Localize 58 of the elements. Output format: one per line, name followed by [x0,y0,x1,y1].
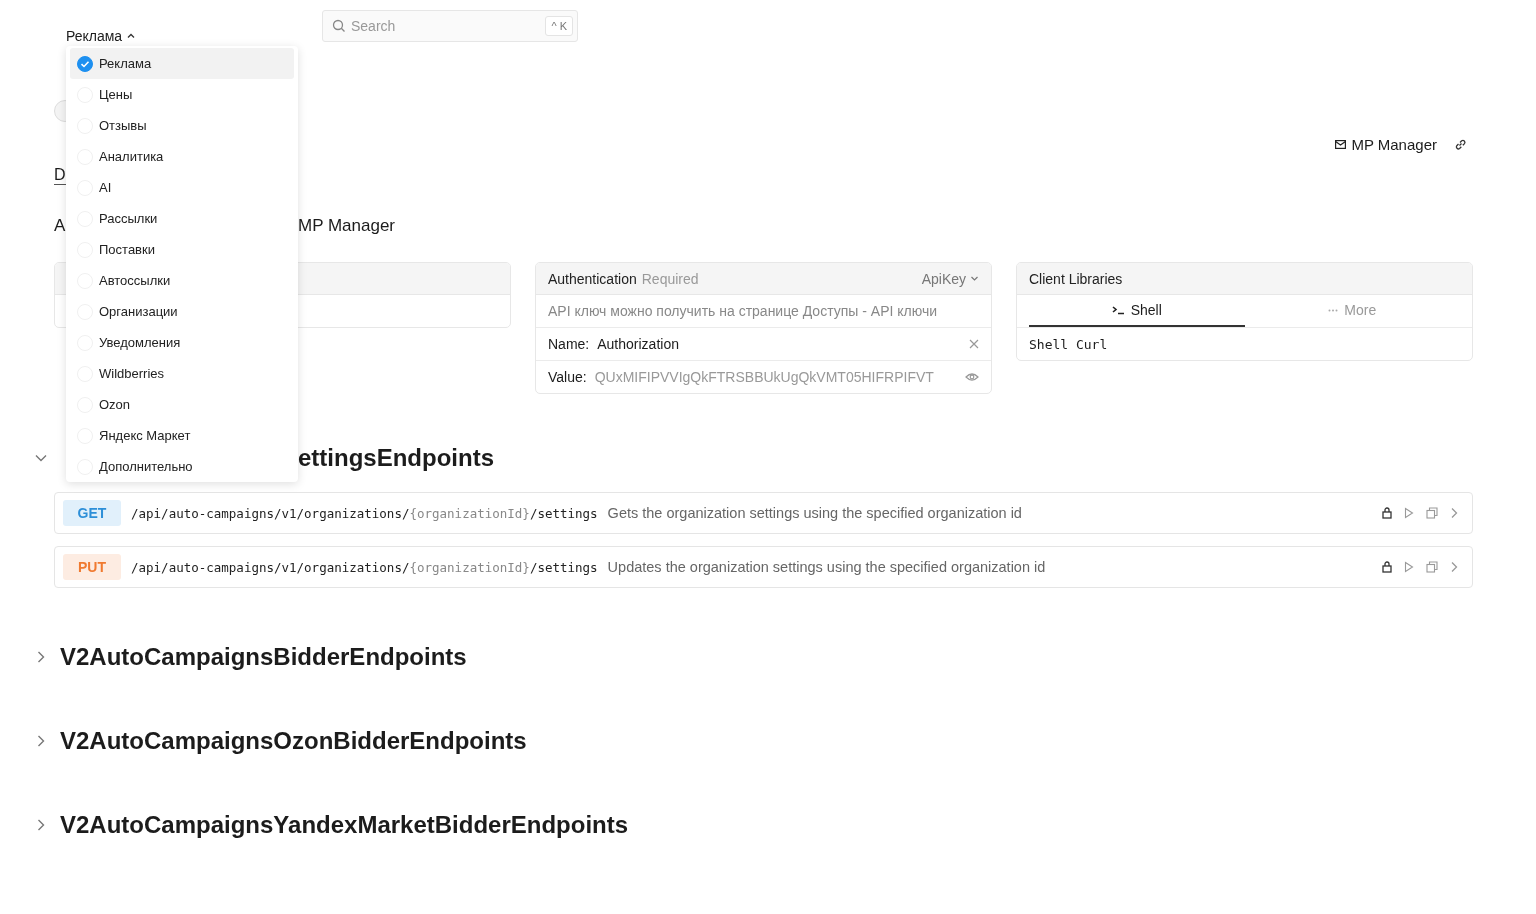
field-label: Value: [548,369,587,385]
link-icon[interactable] [1454,137,1467,151]
menu-item[interactable]: AI [70,172,294,203]
section-title[interactable]: V2AutoCampaignsYandexMarketBidderEndpoints [60,811,629,839]
lock-icon [1382,507,1392,519]
endpoint-path: /api/auto-campaigns/v1/organizations/{organizationId}/settings [131,505,598,521]
mail-icon [1335,139,1347,149]
endpoint-row[interactable]: GET /api/auto-campaigns/v1/organizations/{organizationId}/settings Gets the organization settings using the specified organization id [54,492,1473,534]
check-icon [77,55,93,72]
menu-item[interactable]: Ozon [70,389,294,420]
play-icon[interactable] [1404,507,1414,519]
endpoint-description: Updates the organization settings using the specified organization id [607,559,1046,575]
section-title[interactable]: V2AutoCampaignsBidderEndpoints [60,643,467,671]
menu-item[interactable]: Wildberries [70,358,294,389]
intro-text: A [54,216,66,235]
menu-item[interactable]: Рассылки [70,203,294,234]
method-tag: PUT [63,554,121,580]
contact-link[interactable]: MP Manager [1351,135,1437,153]
terminal-icon [1111,305,1125,315]
search-icon [332,19,346,33]
play-icon[interactable] [1404,561,1414,573]
copy-icon[interactable] [1426,561,1438,573]
menu-item[interactable]: Дополнительно [70,451,294,482]
menu-item[interactable]: Аналитика [70,141,294,172]
auth-description: API ключ можно получить на странице Доступы - API ключи [536,295,991,328]
menu-item[interactable]: Организации [70,296,294,327]
section-title[interactable]: V2AutoCampaignsOzonBidderEndpoints [60,727,527,755]
endpoint-path: /api/auto-campaigns/v1/organizations/{organizationId}/settings [131,559,598,575]
card-title: Client Libraries [1029,270,1123,287]
method-tag: GET [63,500,121,526]
field-label: Name: [548,336,590,352]
lock-icon [1382,561,1392,573]
ellipsis-icon [1328,308,1339,312]
scheme-select[interactable]: ApiKey [921,270,979,287]
description-link[interactable]: D [54,166,66,185]
endpoint-row[interactable]: PUT /api/auto-campaigns/v1/organizations/{organizationId}/settings Updates the organization settings using the specified organization id [54,546,1473,588]
chevron-right-icon[interactable] [1450,507,1458,519]
close-icon[interactable] [969,339,979,349]
menu-item[interactable]: Уведомления [70,327,294,358]
menu-item[interactable]: Поставки [70,234,294,265]
section-menu[interactable]: Реклама [66,28,137,44]
required-label: Required [641,270,699,287]
shortcut-hint: ^ K [545,16,573,36]
menu-item[interactable]: Яндекс Маркет [70,420,294,451]
copy-icon[interactable] [1426,507,1438,519]
chevron-right-icon[interactable] [1450,561,1458,573]
endpoint-description: Gets the organization settings using the specified organization id [607,505,1022,521]
library-tab[interactable]: Shell [1029,295,1245,327]
menu-item[interactable]: Цены [70,79,294,110]
intro-text: MP Manager [298,216,395,235]
caret-icon [126,31,137,41]
menu-item[interactable]: Реклама [70,48,294,79]
auth-title: Authentication [548,270,637,287]
name-value: Authorization [597,336,679,352]
chevron-down-icon [970,274,979,283]
code-snippet: Shell Curl [1028,335,1109,354]
menu-item[interactable]: Отзывы [70,110,294,141]
eye-icon[interactable] [965,372,979,382]
